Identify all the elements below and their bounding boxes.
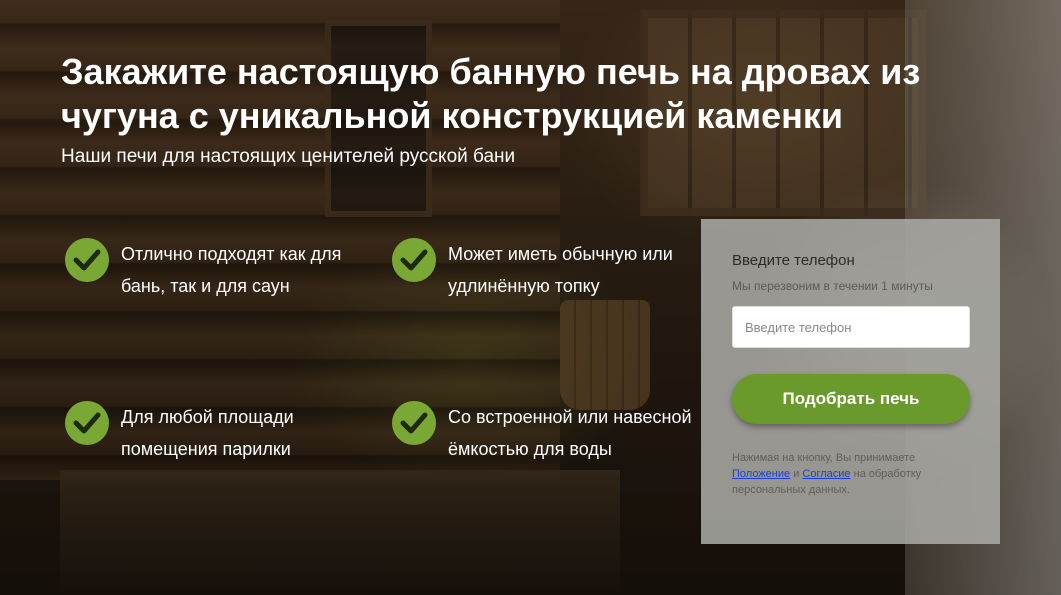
consent-link[interactable]: Согласие (802, 468, 850, 480)
terms-link[interactable]: Положение (732, 468, 790, 480)
submit-button[interactable]: Подобрать печь (732, 374, 970, 424)
legal-prefix: Нажимая на кнопку, Вы принимаете (732, 452, 916, 464)
legal-and: и (793, 468, 800, 480)
legal-notice: Нажимая на кнопку, Вы принимаете Положен… (732, 450, 972, 498)
callback-form: Введите телефон Мы перезвоним в течении … (701, 219, 1000, 544)
feature-text: Со встроенной или навесной ёмкостью для … (448, 407, 692, 459)
page-subtitle: Наши печи для настоящих ценителей русско… (61, 146, 516, 167)
feature-text: Для любой площади помещения парилки (121, 407, 294, 459)
form-heading: Введите телефон (732, 252, 855, 269)
feature-text: Может иметь обычную или удлинённую топку (448, 244, 673, 296)
form-subheading: Мы перезвоним в течении 1 минуты (732, 279, 933, 293)
check-circle-icon (65, 238, 109, 282)
check-circle-icon (392, 401, 436, 445)
phone-input[interactable] (732, 306, 970, 348)
page-title: Закажите настоящую банную печь на дровах… (61, 51, 921, 136)
feature-text: Отлично подходят как для бань, так и для… (121, 244, 342, 296)
check-circle-icon (65, 401, 109, 445)
check-circle-icon (392, 238, 436, 282)
